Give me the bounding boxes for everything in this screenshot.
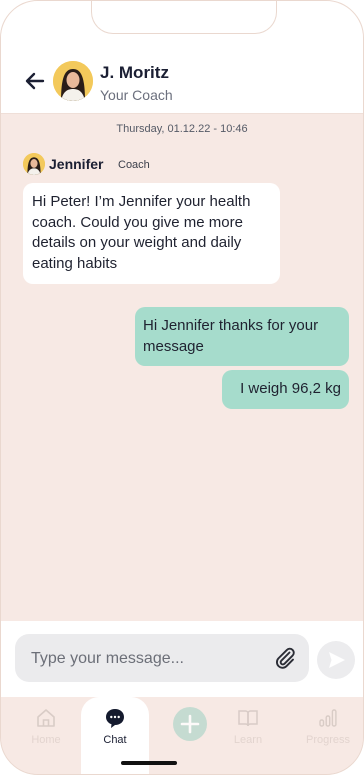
tab-learn-label: Learn: [233, 734, 263, 746]
book-icon: [238, 710, 258, 727]
outgoing-message-bubble: I weigh 96,2 kg: [222, 370, 349, 409]
bar-chart-icon: [319, 709, 337, 727]
plus-icon: [180, 714, 200, 734]
tab-home[interactable]: Home: [11, 707, 81, 746]
coach-name: J. Moritz: [100, 63, 169, 82]
chat-icon: [106, 709, 124, 728]
sender-role: Coach: [118, 159, 150, 171]
message-composer: [1, 621, 363, 697]
paperclip-icon: [275, 647, 295, 669]
send-icon: [329, 652, 345, 668]
bottom-tab-bar: Home Chat Learn Progress: [1, 697, 363, 774]
attach-button[interactable]: [273, 646, 297, 670]
message-input-container: [15, 634, 309, 684]
outgoing-message-bubble: Hi Jennifer thanks for your message: [135, 307, 349, 366]
home-icon: [37, 709, 55, 727]
back-button[interactable]: [23, 69, 47, 93]
arrow-left-icon: [25, 72, 45, 90]
incoming-message-bubble: Hi Peter! I’m Jennifer your health coach…: [23, 183, 280, 284]
sender-name: Jennifer: [49, 156, 104, 172]
sender-avatar: [23, 153, 45, 175]
tab-home-label: Home: [31, 734, 61, 746]
send-button[interactable]: [317, 641, 355, 679]
phone-frame: J. Moritz Your Coach Thursday, 01.12.22 …: [0, 0, 364, 775]
tab-learn[interactable]: Learn: [213, 707, 283, 746]
tab-progress[interactable]: Progress: [293, 707, 363, 746]
home-indicator: [121, 761, 177, 765]
date-stamp: Thursday, 01.12.22 - 10:46: [116, 123, 248, 135]
add-button[interactable]: [173, 707, 207, 741]
coach-avatar[interactable]: [53, 61, 93, 101]
coach-role: Your Coach: [100, 87, 173, 103]
device-notch: [91, 1, 277, 34]
tab-progress-label: Progress: [305, 734, 351, 746]
message-input[interactable]: [29, 634, 263, 684]
tab-chat-label: Chat: [103, 734, 127, 746]
chat-header: J. Moritz Your Coach: [1, 1, 363, 114]
